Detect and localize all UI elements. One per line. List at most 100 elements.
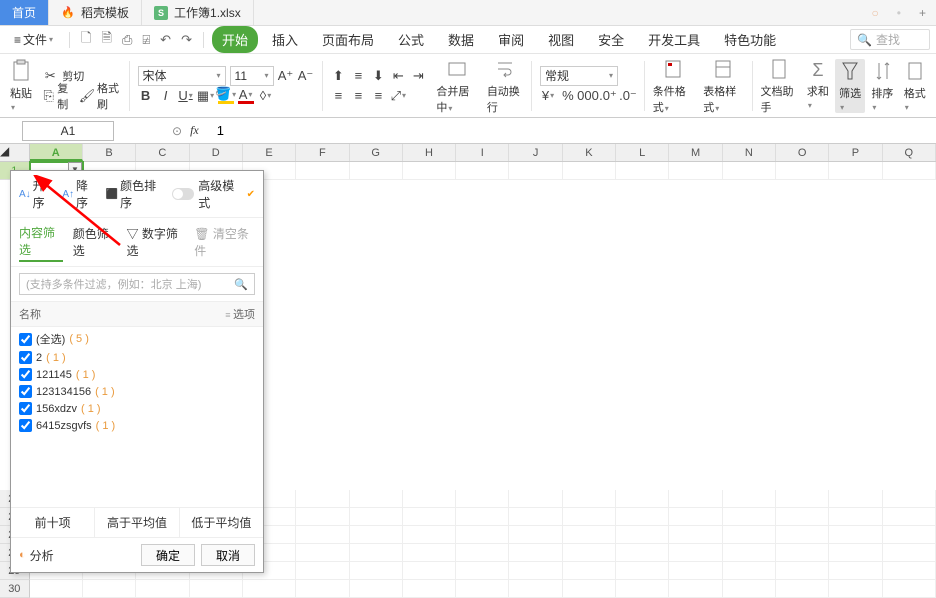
number-filter-tab[interactable]: ▽ 数字筛选 (127, 223, 185, 261)
new-tab-icon[interactable]: + (919, 6, 926, 20)
col-header-I[interactable]: I (456, 144, 509, 161)
thousands-icon[interactable]: 000 (580, 88, 596, 104)
clear-filter-button[interactable]: 🗑 清空条件 (194, 223, 255, 261)
col-header-G[interactable]: G (350, 144, 403, 161)
cell[interactable] (669, 580, 722, 598)
filter-checkbox[interactable] (19, 402, 32, 415)
cell[interactable] (296, 562, 349, 580)
cell[interactable] (350, 508, 403, 526)
underline-icon[interactable]: U (178, 88, 194, 104)
cell[interactable] (190, 580, 243, 598)
table-style-button[interactable]: 表格样式 (699, 57, 747, 115)
filter-item[interactable]: 156xdzv ( 1 ) (19, 400, 255, 417)
cell[interactable] (456, 490, 509, 508)
cell[interactable] (456, 544, 509, 562)
col-header-O[interactable]: O (776, 144, 829, 161)
cell[interactable] (883, 490, 936, 508)
analyze-button[interactable]: ◐分析 (19, 547, 54, 564)
align-bottom-icon[interactable]: ⬇ (370, 68, 386, 84)
color-filter-tab[interactable]: 颜色筛选 (73, 223, 117, 261)
cell[interactable] (723, 526, 776, 544)
cell[interactable] (350, 162, 403, 180)
menu-tab-features[interactable]: 特色功能 (714, 26, 786, 53)
col-header-L[interactable]: L (616, 144, 669, 161)
col-header-B[interactable]: B (83, 144, 136, 161)
cell[interactable] (456, 526, 509, 544)
menu-tab-review[interactable]: 审阅 (488, 26, 534, 53)
cond-format-button[interactable]: 条件格式 (649, 57, 697, 115)
cell[interactable] (296, 508, 349, 526)
search-box[interactable]: 🔍 查找 (850, 29, 930, 50)
currency-icon[interactable]: ¥ (540, 88, 556, 104)
menu-tab-view[interactable]: 视图 (538, 26, 584, 53)
wrap-button[interactable]: 自动换行 (483, 57, 527, 115)
cell[interactable] (616, 580, 669, 598)
cell[interactable] (669, 526, 722, 544)
copy-button[interactable]: ⎘复制 (42, 87, 75, 105)
cell[interactable] (776, 562, 829, 580)
cell[interactable] (776, 544, 829, 562)
col-header-A[interactable]: A (30, 144, 83, 161)
cell[interactable] (616, 562, 669, 580)
menu-tab-formula[interactable]: 公式 (388, 26, 434, 53)
formula-input[interactable] (207, 123, 936, 138)
sum-button[interactable]: Σ 求和 (803, 60, 833, 111)
cell[interactable] (350, 490, 403, 508)
filter-item[interactable]: 121145 ( 1 ) (19, 366, 255, 383)
cell[interactable] (723, 162, 776, 180)
cell[interactable] (563, 508, 616, 526)
cell[interactable] (509, 508, 562, 526)
cell[interactable] (456, 162, 509, 180)
align-right-icon[interactable]: ≡ (370, 88, 386, 104)
cancel-button[interactable]: 取消 (201, 544, 255, 566)
cell[interactable] (350, 562, 403, 580)
print-icon[interactable]: ⎙ (119, 30, 135, 50)
filter-item[interactable]: 123134156 ( 1 ) (19, 383, 255, 400)
select-all-corner[interactable]: ◢ (0, 144, 30, 161)
cell[interactable] (829, 162, 882, 180)
cell[interactable] (723, 508, 776, 526)
menu-tab-data[interactable]: 数据 (438, 26, 484, 53)
cell[interactable] (723, 490, 776, 508)
redo-icon[interactable]: ↷ (178, 30, 195, 50)
cell[interactable] (776, 508, 829, 526)
filter-checkbox[interactable] (19, 385, 32, 398)
font-color-icon[interactable]: A (238, 88, 254, 104)
cell[interactable] (296, 490, 349, 508)
cell[interactable] (563, 490, 616, 508)
row-header[interactable]: 30 (0, 580, 30, 598)
advanced-mode-toggle[interactable]: 高级模式 ✔ (172, 177, 255, 211)
cell[interactable] (509, 526, 562, 544)
col-header-D[interactable]: D (190, 144, 243, 161)
col-header-K[interactable]: K (563, 144, 616, 161)
name-box[interactable]: A1 (22, 121, 114, 141)
cell[interactable] (829, 526, 882, 544)
col-header-Q[interactable]: Q (883, 144, 936, 161)
cell[interactable] (456, 508, 509, 526)
cell[interactable] (883, 580, 936, 598)
fill-color-icon[interactable]: 🪣 (218, 88, 234, 104)
col-header-F[interactable]: F (296, 144, 349, 161)
cell[interactable] (829, 580, 882, 598)
cell[interactable] (403, 162, 456, 180)
cell[interactable] (776, 526, 829, 544)
cell[interactable] (456, 580, 509, 598)
cell[interactable] (403, 562, 456, 580)
paste-group[interactable]: 粘贴 (6, 59, 36, 113)
cell[interactable] (243, 580, 296, 598)
cell[interactable] (616, 490, 669, 508)
col-header-C[interactable]: C (136, 144, 189, 161)
filter-item[interactable]: 6415zsgvfs ( 1 ) (19, 417, 255, 434)
filter-checkbox[interactable] (19, 419, 32, 432)
col-header-E[interactable]: E (243, 144, 296, 161)
save-as-icon[interactable]: 🗎 (99, 27, 115, 53)
recording-icon[interactable]: ○ (872, 6, 879, 20)
font-size-combo[interactable]: 11▾ (230, 66, 274, 86)
cell[interactable] (723, 544, 776, 562)
cell[interactable] (296, 526, 349, 544)
cell[interactable] (563, 162, 616, 180)
cell[interactable] (883, 162, 936, 180)
cell[interactable] (723, 562, 776, 580)
indent-dec-icon[interactable]: ⇤ (390, 68, 406, 84)
above-avg-button[interactable]: 高于平均值 (95, 508, 179, 537)
